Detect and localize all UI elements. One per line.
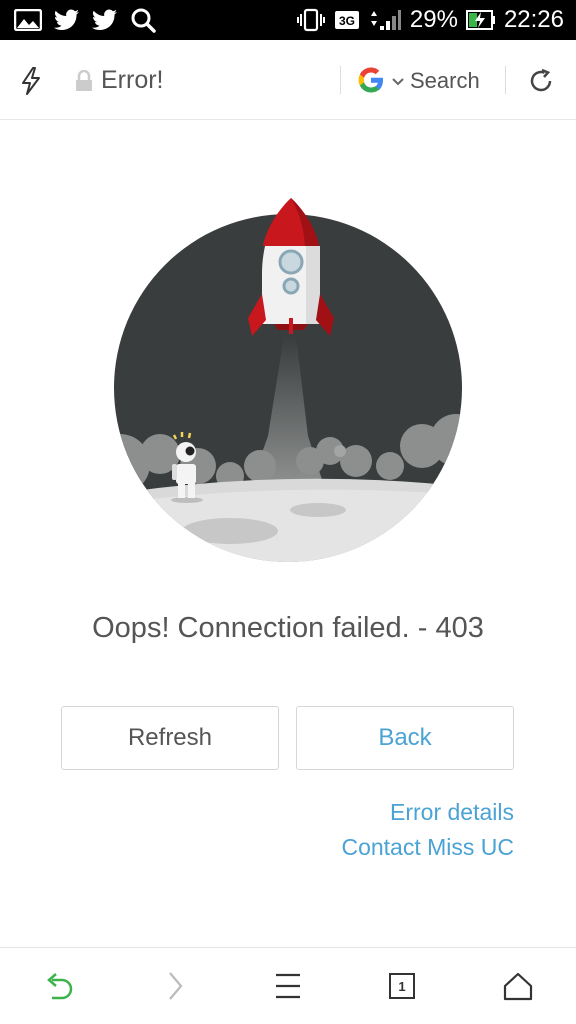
address-bar: Error! Search bbox=[0, 40, 576, 120]
lightning-icon[interactable] bbox=[18, 66, 44, 101]
clock: 22:26 bbox=[503, 6, 564, 33]
forward-arrow-icon[interactable] bbox=[155, 966, 195, 1006]
home-icon[interactable] bbox=[498, 966, 538, 1006]
twitter-icon bbox=[92, 9, 118, 31]
battery-charging-icon bbox=[465, 9, 496, 31]
menu-icon[interactable] bbox=[268, 966, 308, 1006]
error-details-link[interactable]: Error details bbox=[390, 799, 514, 826]
svg-text:3G: 3G bbox=[339, 14, 355, 28]
twitter-icon bbox=[54, 9, 80, 31]
refresh-button[interactable]: Refresh bbox=[61, 706, 279, 770]
page-title[interactable]: Error! bbox=[101, 66, 164, 95]
battery-percent: 29% bbox=[409, 6, 458, 33]
chevron-down-icon[interactable] bbox=[392, 74, 404, 92]
divider bbox=[340, 66, 341, 94]
tabs-button[interactable]: 1 bbox=[382, 966, 422, 1006]
search-icon bbox=[130, 7, 156, 33]
status-bar: 3G 29% 22:26 bbox=[0, 0, 576, 40]
google-icon[interactable] bbox=[356, 65, 386, 100]
back-arrow-icon[interactable] bbox=[39, 966, 79, 1006]
error-message: Oops! Connection failed. - 403 bbox=[92, 612, 484, 644]
image-icon bbox=[14, 9, 42, 31]
contact-link[interactable]: Contact Miss UC bbox=[341, 834, 514, 861]
lock-icon bbox=[74, 69, 94, 97]
search-button[interactable]: Search bbox=[410, 68, 480, 94]
bottom-toolbar: 1 bbox=[0, 947, 576, 1024]
tabs-icon: 1 bbox=[389, 973, 415, 999]
rocket-illustration bbox=[100, 196, 476, 566]
reload-icon[interactable] bbox=[527, 67, 555, 100]
signal-icon bbox=[368, 8, 402, 32]
tab-count: 1 bbox=[398, 978, 406, 994]
divider bbox=[505, 66, 506, 94]
back-button[interactable]: Back bbox=[296, 706, 514, 770]
vibrate-icon bbox=[296, 8, 326, 32]
network-3g-icon: 3G bbox=[334, 9, 360, 31]
